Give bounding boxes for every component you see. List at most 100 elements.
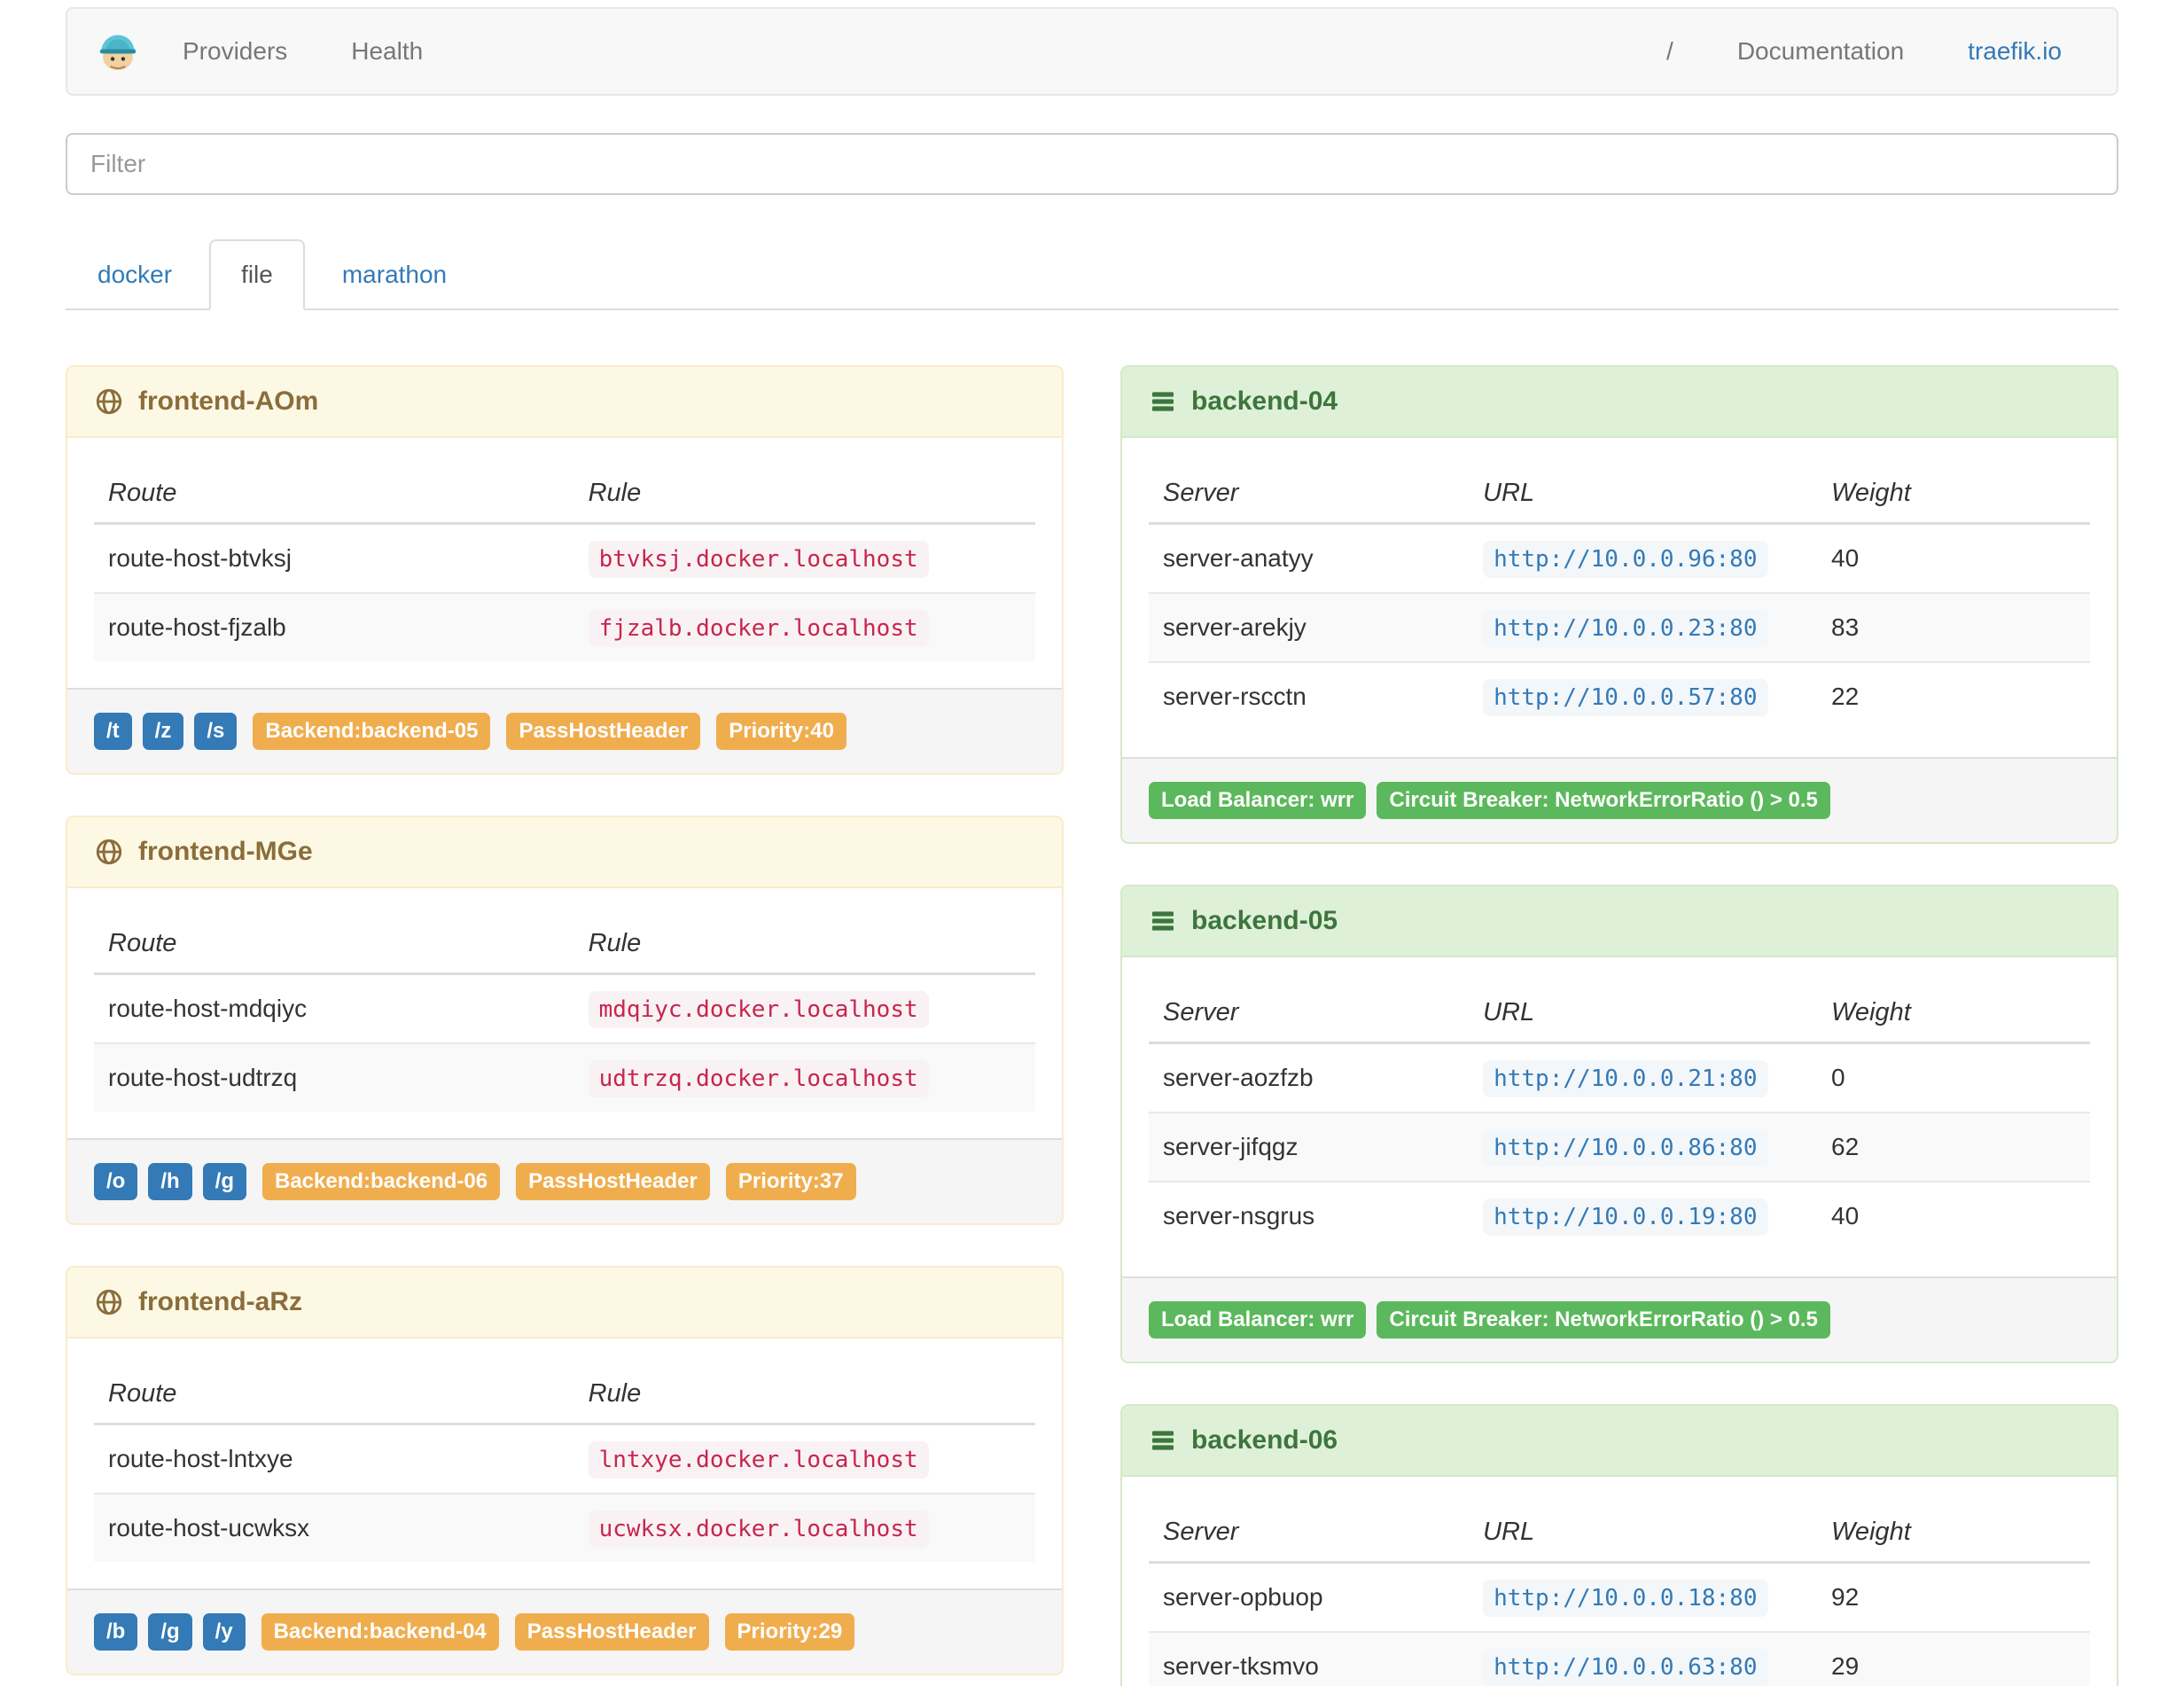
column-header-route: Route (94, 1365, 574, 1425)
load-balancer-badge: Load Balancer: wrr (1149, 1301, 1367, 1339)
server-cell: server-anatyy (1163, 544, 1314, 572)
frontend-panel-body: Route Rule route-host-btvksj btvksj.dock… (67, 438, 1062, 688)
server-cell: server-opbuop (1163, 1583, 1323, 1611)
servers-table: Server URL Weight server-opbuop http://1… (1149, 1503, 2090, 1686)
weight-cell: 40 (1831, 544, 1860, 572)
entrypoint-badge: /h (148, 1163, 192, 1200)
globe-icon (94, 1287, 124, 1317)
frontend-panel-heading: frontend-AOm (67, 367, 1062, 438)
backend-panel: backend-04 Server URL Weight server-anat… (1120, 365, 2118, 844)
page-container: Providers Health / Documentation traefik… (66, 7, 2118, 1686)
backends-column: backend-04 Server URL Weight server-anat… (1120, 365, 2118, 1686)
navbar-right: / Documentation traefik.io (1634, 37, 2094, 66)
frontend-panel: frontend-MGe Route Rule route-host-mdqiy… (66, 816, 1064, 1225)
servers-table: Server URL Weight server-aozfzb http://1… (1149, 984, 2090, 1250)
backend-panel-footer: Load Balancer: wrr Circuit Breaker: Netw… (1122, 1276, 2117, 1362)
routes-table: Route Rule route-host-btvksj btvksj.dock… (94, 464, 1035, 661)
backend-panel-heading: backend-06 (1122, 1406, 2117, 1477)
backend-panel-body: Server URL Weight server-opbuop http://1… (1122, 1477, 2117, 1686)
passhostheader-badge: PassHostHeader (514, 1613, 709, 1651)
route-cell: route-host-udtrzq (94, 1042, 574, 1112)
table-row: server-tksmvo http://10.0.0.63:80 29 (1149, 1631, 2090, 1686)
weight-cell: 40 (1817, 1181, 2090, 1250)
column-header-weight: Weight (1817, 1503, 2090, 1564)
frontend-panel: frontend-aRz Route Rule route-host-lntxy… (66, 1266, 1064, 1675)
weight-cell: 22 (1817, 661, 2090, 730)
table-row: server-arekjy http://10.0.0.23:80 83 (1149, 592, 2090, 662)
backend-panel-body: Server URL Weight server-aozfzb http://1… (1122, 957, 2117, 1276)
rule-code: mdqiyc.docker.localhost (588, 991, 929, 1028)
rule-code: fjzalb.docker.localhost (588, 610, 929, 647)
weight-cell: 62 (1817, 1112, 2090, 1182)
tab-docker[interactable]: docker (66, 239, 204, 310)
passhostheader-badge: PassHostHeader (516, 1163, 710, 1200)
entrypoint-badge: /g (202, 1163, 246, 1200)
column-header-server: Server (1149, 1503, 1470, 1564)
route-cell: route-host-lntxye (108, 1445, 293, 1472)
url-code: http://10.0.0.63:80 (1483, 1649, 1768, 1686)
table-row: server-aozfzb http://10.0.0.21:80 0 (1149, 1043, 2090, 1113)
url-code: http://10.0.0.19:80 (1483, 1198, 1768, 1236)
globe-icon (94, 837, 124, 867)
column-header-url: URL (1469, 464, 1818, 525)
server-cell: server-rscctn (1149, 661, 1470, 730)
column-header-weight: Weight (1817, 464, 2090, 525)
server-stack-icon (1149, 1426, 1177, 1455)
frontend-panel-body: Route Rule route-host-mdqiyc mdqiyc.dock… (67, 888, 1062, 1138)
nav-link-documentation[interactable]: Documentation (1705, 37, 1936, 66)
nav-link-health[interactable]: Health (319, 37, 455, 66)
tab-marathon[interactable]: marathon (310, 239, 479, 310)
table-row: server-nsgrus http://10.0.0.19:80 40 (1149, 1181, 2090, 1250)
table-row: route-host-ucwksx ucwksx.docker.localhos… (94, 1493, 1035, 1562)
route-cell: route-host-fjzalb (94, 592, 574, 661)
backend-panel-body: Server URL Weight server-anatyy http://1… (1122, 438, 2117, 757)
nav-link-providers[interactable]: Providers (151, 37, 319, 66)
tab-file[interactable]: file (209, 239, 305, 310)
table-row: route-host-lntxye lntxye.docker.localhos… (94, 1425, 1035, 1495)
column-header-rule: Rule (573, 915, 1035, 975)
backend-panel-heading: backend-04 (1122, 367, 2117, 438)
panel-title: backend-05 (1191, 906, 1338, 935)
panel-title: backend-06 (1191, 1425, 1338, 1455)
server-stack-icon (1149, 907, 1177, 935)
frontend-panel-footer: /b /g /y Backend:backend-04 PassHostHead… (67, 1588, 1062, 1674)
routes-table: Route Rule route-host-lntxye lntxye.dock… (94, 1365, 1035, 1562)
route-cell: route-host-ucwksx (94, 1493, 574, 1562)
nav-link-slash[interactable]: / (1634, 37, 1705, 66)
frontends-column: frontend-AOm Route Rule route-host-btvks… (66, 365, 1064, 1675)
entrypoint-badge: /b (94, 1613, 138, 1651)
content-columns: frontend-AOm Route Rule route-host-btvks… (66, 365, 2118, 1686)
nav-link-traefik-io[interactable]: traefik.io (1936, 37, 2094, 66)
entrypoint-badge: /o (94, 1163, 138, 1200)
entrypoint-badge: /g (148, 1613, 192, 1651)
panel-title: frontend-MGe (138, 837, 313, 866)
backend-ref-badge: Backend:backend-05 (253, 713, 491, 750)
column-header-url: URL (1469, 1503, 1818, 1564)
routes-table: Route Rule route-host-mdqiyc mdqiyc.dock… (94, 915, 1035, 1112)
circuit-breaker-badge: Circuit Breaker: NetworkErrorRatio () > … (1377, 1301, 1830, 1339)
rule-code: udtrzq.docker.localhost (588, 1060, 929, 1097)
load-balancer-badge: Load Balancer: wrr (1149, 782, 1367, 819)
column-header-route: Route (94, 464, 574, 525)
panel-title: frontend-AOm (138, 386, 319, 416)
filter-input[interactable] (66, 133, 2118, 195)
weight-cell: 83 (1817, 592, 2090, 662)
frontend-panel-heading: frontend-MGe (67, 817, 1062, 888)
route-cell: route-host-btvksj (108, 544, 292, 572)
backend-panel: backend-06 Server URL Weight server-opbu… (1120, 1404, 2118, 1686)
traefik-logo[interactable] (90, 27, 151, 75)
server-cell: server-nsgrus (1149, 1181, 1470, 1250)
column-header-server: Server (1149, 984, 1470, 1044)
url-code: http://10.0.0.86:80 (1483, 1129, 1768, 1167)
table-row: route-host-udtrzq udtrzq.docker.localhos… (94, 1042, 1035, 1112)
rule-code: btvksj.docker.localhost (588, 541, 929, 578)
frontend-panel: frontend-AOm Route Rule route-host-btvks… (66, 365, 1064, 775)
provider-tabs: docker file marathon (66, 239, 2118, 310)
table-row: route-host-btvksj btvksj.docker.localhos… (94, 524, 1035, 594)
frontend-panel-footer: /t /z /s Backend:backend-05 PassHostHead… (67, 688, 1062, 773)
priority-badge: Priority:37 (725, 1163, 856, 1200)
entrypoint-badge: /s (194, 713, 238, 750)
rule-code: lntxye.docker.localhost (588, 1441, 929, 1479)
navbar: Providers Health / Documentation traefik… (66, 7, 2118, 96)
server-cell: server-aozfzb (1163, 1064, 1314, 1091)
